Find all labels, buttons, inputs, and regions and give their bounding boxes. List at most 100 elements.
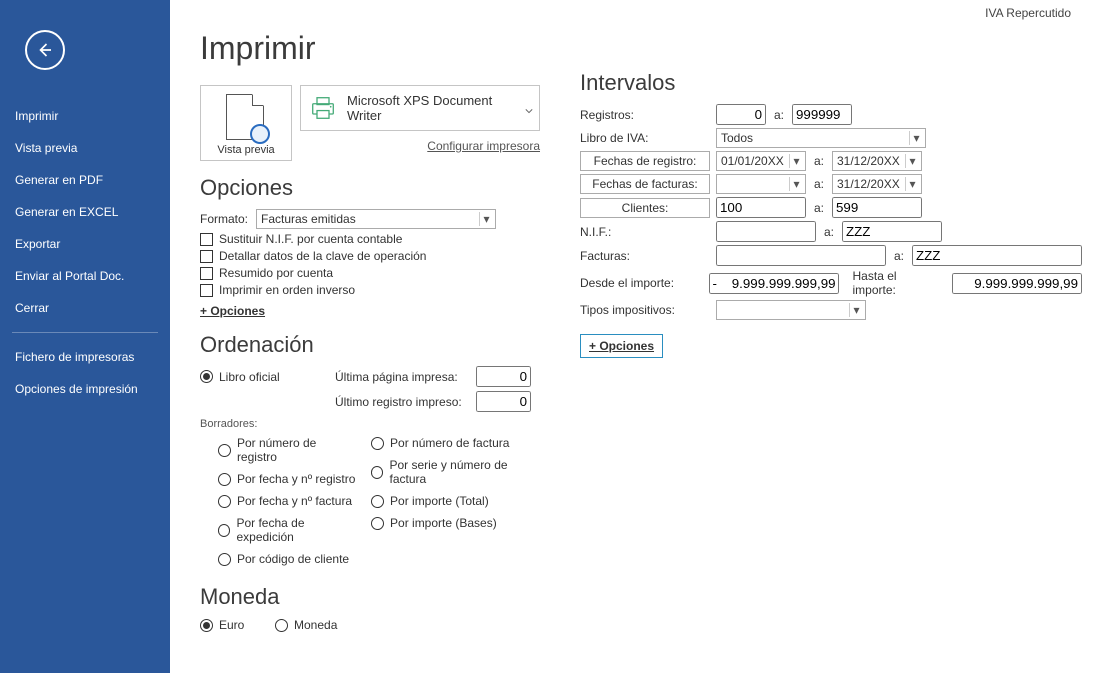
chk-orden-inverso-label: Imprimir en orden inverso	[219, 283, 355, 297]
fechas-fac-to[interactable]: 31/12/20XX▾	[832, 174, 922, 194]
radio-fecha-factura-label: Por fecha y nº factura	[237, 494, 352, 508]
clientes-button[interactable]: Clientes:	[580, 198, 710, 218]
moneda-title: Moneda	[200, 584, 540, 610]
opciones-more-link[interactable]: + Opciones	[200, 304, 265, 318]
radio-num-factura-label: Por número de factura	[390, 436, 509, 450]
radio-moneda-label: Moneda	[294, 618, 337, 632]
clientes-to[interactable]	[832, 197, 922, 218]
chevron-down-icon: ▾	[909, 131, 923, 145]
radio-importe-total[interactable]	[371, 495, 384, 508]
importe-to-label: Hasta el importe:	[845, 269, 946, 297]
last-page-input[interactable]	[476, 366, 531, 387]
radio-num-registro-label: Por número de registro	[237, 436, 359, 464]
sidebar-item-vista-previa[interactable]: Vista previa	[0, 132, 170, 164]
sidebar-item-cerrar[interactable]: Cerrar	[0, 292, 170, 324]
chevron-down-icon: ▾	[905, 177, 919, 191]
a-label: a:	[822, 225, 836, 239]
facturas-label: Facturas:	[580, 249, 710, 263]
importe-from-label: Desde el importe:	[580, 276, 703, 290]
chk-sustituir-nif[interactable]	[200, 233, 213, 246]
radio-moneda[interactable]	[275, 619, 288, 632]
radio-codigo-cliente[interactable]	[218, 553, 231, 566]
fechas-fac-from[interactable]: ▾	[716, 174, 806, 194]
chk-resumido-cuenta[interactable]	[200, 267, 213, 280]
importe-to[interactable]	[952, 273, 1082, 294]
radio-libro-oficial-label: Libro oficial	[219, 370, 329, 384]
registros-to[interactable]	[792, 104, 852, 125]
fechas-reg-from-value: 01/01/20XX	[721, 154, 789, 168]
sidebar-item-opciones-impresion[interactable]: Opciones de impresión	[0, 373, 170, 405]
sidebar: Imprimir Vista previa Generar en PDF Gen…	[0, 0, 170, 673]
radio-euro[interactable]	[200, 619, 213, 632]
chevron-down-icon	[525, 104, 533, 112]
chevron-down-icon: ▾	[479, 212, 493, 226]
fechas-reg-from[interactable]: 01/01/20XX▾	[716, 151, 806, 171]
tipos-impositivos-label: Tipos impositivos:	[580, 303, 710, 317]
registros-from[interactable]	[716, 104, 766, 125]
a-label: a:	[892, 249, 906, 263]
sidebar-item-imprimir[interactable]: Imprimir	[0, 100, 170, 132]
last-reg-input[interactable]	[476, 391, 531, 412]
chk-resumido-cuenta-label: Resumido por cuenta	[219, 266, 333, 280]
nif-label: N.I.F.:	[580, 225, 710, 239]
fechas-reg-to[interactable]: 31/12/20XX▾	[832, 151, 922, 171]
chevron-down-icon: ▾	[789, 154, 803, 168]
chk-orden-inverso[interactable]	[200, 284, 213, 297]
radio-serie-factura-label: Por serie y número de factura	[389, 458, 540, 486]
chk-detallar-clave-label: Detallar datos de la clave de operación	[219, 249, 426, 263]
formato-label: Formato:	[200, 212, 250, 226]
sidebar-item-enviar-portal[interactable]: Enviar al Portal Doc.	[0, 260, 170, 292]
radio-importe-bases-label: Por importe (Bases)	[390, 516, 497, 530]
registros-label: Registros:	[580, 108, 710, 122]
printer-name: Microsoft XPS Document Writer	[347, 93, 515, 123]
sidebar-item-fichero-impresoras[interactable]: Fichero de impresoras	[0, 341, 170, 373]
nif-from[interactable]	[716, 221, 816, 242]
back-button[interactable]	[25, 30, 65, 70]
chevron-down-icon: ▾	[849, 303, 863, 317]
fechas-facturas-button[interactable]: Fechas de facturas:	[580, 174, 710, 194]
preview-button[interactable]: Vista previa	[200, 85, 292, 161]
radio-libro-oficial[interactable]	[200, 370, 213, 383]
libro-iva-select[interactable]: Todos▾	[716, 128, 926, 148]
fechas-fac-to-value: 31/12/20XX	[837, 177, 905, 191]
borradores-label: Borradores:	[200, 418, 540, 430]
radio-fecha-factura[interactable]	[218, 495, 231, 508]
libro-iva-value: Todos	[721, 131, 909, 145]
radio-importe-bases[interactable]	[371, 517, 384, 530]
printer-select[interactable]: Microsoft XPS Document Writer	[300, 85, 540, 131]
radio-fecha-expedicion-label: Por fecha de expedición	[236, 516, 359, 544]
ordenacion-title: Ordenación	[200, 332, 540, 358]
left-column: Imprimir Vista previa	[200, 30, 540, 636]
facturas-from[interactable]	[716, 245, 886, 266]
sidebar-item-generar-excel[interactable]: Generar en EXCEL	[0, 196, 170, 228]
a-label: a:	[772, 108, 786, 122]
preview-label: Vista previa	[205, 144, 287, 156]
radio-serie-factura[interactable]	[371, 466, 383, 479]
fechas-registro-button[interactable]: Fechas de registro:	[580, 151, 710, 171]
configure-printer-link[interactable]: Configurar impresora	[300, 139, 540, 153]
radio-fecha-expedicion[interactable]	[218, 524, 230, 537]
radio-fecha-registro[interactable]	[218, 473, 231, 486]
a-label: a:	[812, 201, 826, 215]
app-root: Imprimir Vista previa Generar en PDF Gen…	[0, 0, 1101, 673]
formato-value: Facturas emitidas	[261, 212, 479, 226]
clientes-from[interactable]	[716, 197, 806, 218]
radio-num-registro[interactable]	[218, 444, 231, 457]
chk-detallar-clave[interactable]	[200, 250, 213, 263]
printer-icon	[309, 96, 337, 120]
libro-iva-label: Libro de IVA:	[580, 131, 710, 145]
radio-num-factura[interactable]	[371, 437, 384, 450]
intervalos-more-link[interactable]: + Opciones	[580, 334, 663, 358]
last-reg-label: Último registro impreso:	[335, 395, 470, 409]
facturas-to[interactable]	[912, 245, 1082, 266]
radio-codigo-cliente-label: Por código de cliente	[237, 552, 349, 566]
nif-to[interactable]	[842, 221, 942, 242]
formato-select[interactable]: Facturas emitidas ▾	[256, 209, 496, 229]
sidebar-item-generar-pdf[interactable]: Generar en PDF	[0, 164, 170, 196]
sidebar-item-exportar[interactable]: Exportar	[0, 228, 170, 260]
chk-sustituir-nif-label: Sustituir N.I.F. por cuenta contable	[219, 232, 402, 246]
importe-from[interactable]	[709, 273, 839, 294]
radio-fecha-registro-label: Por fecha y nº registro	[237, 472, 355, 486]
tipos-impositivos-select[interactable]: ▾	[716, 300, 866, 320]
chevron-down-icon: ▾	[905, 154, 919, 168]
